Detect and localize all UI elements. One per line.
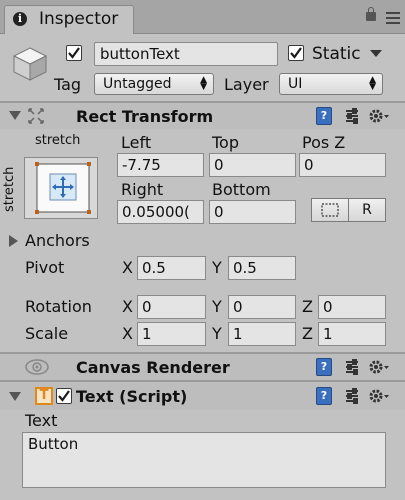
preset-sliders-icon[interactable] — [344, 358, 360, 376]
help-icon[interactable]: ? — [316, 387, 332, 405]
posz-field[interactable]: 0 — [299, 153, 386, 177]
info-icon: i — [13, 12, 27, 26]
blueprint-mode-button[interactable] — [311, 198, 349, 222]
anchor-preset-button[interactable] — [24, 157, 98, 219]
gameobject-cube-icon — [10, 44, 50, 84]
foldout-arrow-icon[interactable] — [9, 111, 21, 120]
pivot-x-field[interactable]: 0.5 — [137, 256, 206, 280]
help-icon[interactable]: ? — [316, 107, 332, 125]
text-input-area[interactable]: Button — [22, 432, 386, 488]
rotation-y-label: Y — [212, 297, 222, 316]
tab-title: Inspector — [39, 9, 119, 29]
pivot-label: Pivot — [25, 258, 65, 277]
lock-icon[interactable] — [366, 7, 376, 21]
anchors-foldout-arrow-icon[interactable] — [9, 235, 18, 247]
layer-value: UI — [288, 76, 303, 92]
static-dropdown-icon[interactable] — [370, 50, 382, 57]
static-label: Static — [312, 44, 361, 64]
rotation-label: Rotation — [25, 297, 92, 316]
scale-y-label: Y — [212, 324, 222, 343]
anchors-label[interactable]: Anchors — [25, 231, 90, 250]
scale-label: Scale — [25, 324, 69, 343]
rotation-x-label: X — [122, 297, 133, 316]
tag-dropdown[interactable]: Untagged ▲ ▼ — [94, 73, 214, 95]
left-field[interactable]: -7.75 — [117, 153, 204, 177]
canvas-renderer-title: Canvas Renderer — [76, 358, 230, 377]
scale-x-label: X — [122, 324, 133, 343]
bottom-label: Bottom — [212, 180, 271, 199]
gear-icon[interactable] — [368, 107, 390, 125]
pivot-x-label: X — [122, 258, 133, 277]
top-label: Top — [212, 133, 239, 152]
tag-label: Tag — [54, 75, 82, 94]
tab-inspector[interactable]: i Inspector — [4, 5, 134, 34]
layer-dropdown[interactable]: UI ▲ ▼ — [279, 73, 383, 95]
right-label: Right — [121, 180, 164, 199]
top-field[interactable]: 0 — [209, 153, 296, 177]
preset-side-label: stretch — [2, 166, 17, 212]
rotation-x-field[interactable]: 0 — [137, 295, 206, 319]
left-label: Left — [121, 133, 152, 152]
text-script-title: Text (Script) — [76, 387, 188, 406]
text-component-icon: T — [35, 387, 53, 405]
rotation-z-label: Z — [302, 297, 313, 316]
text-enabled-checkbox[interactable] — [56, 388, 72, 404]
scale-x-field[interactable]: 1 — [137, 322, 206, 346]
gear-icon[interactable] — [368, 387, 390, 405]
static-checkbox[interactable] — [288, 45, 304, 61]
help-icon[interactable]: ? — [316, 358, 332, 376]
foldout-arrow-icon[interactable] — [9, 392, 21, 401]
scale-z-field[interactable]: 1 — [318, 322, 386, 346]
gear-icon[interactable] — [368, 358, 390, 376]
scale-y-field[interactable]: 1 — [228, 322, 296, 346]
eye-icon — [24, 358, 50, 376]
updown-arrows-icon: ▲ ▼ — [369, 75, 376, 92]
preset-sliders-icon[interactable] — [344, 107, 360, 125]
rect-transform-title: Rect Transform — [76, 107, 214, 126]
raw-edit-button[interactable]: R — [348, 198, 386, 222]
menu-icon[interactable] — [386, 12, 400, 26]
active-checkbox[interactable] — [66, 45, 82, 61]
tag-value: Untagged — [103, 76, 172, 92]
rotation-z-field[interactable]: 0 — [318, 295, 386, 319]
pivot-y-label: Y — [212, 258, 222, 277]
preset-top-label: stretch — [35, 133, 81, 148]
pivot-y-field[interactable]: 0.5 — [228, 256, 296, 280]
right-field[interactable]: 0.05000( — [117, 200, 204, 224]
object-name-input[interactable]: buttonText — [94, 42, 278, 66]
text-label: Text — [25, 411, 58, 430]
rotation-y-field[interactable]: 0 — [228, 295, 296, 319]
posz-label: Pos Z — [302, 133, 346, 152]
bottom-field[interactable]: 0 — [209, 200, 296, 224]
updown-arrows-icon: ▲ ▼ — [200, 75, 207, 92]
preset-sliders-icon[interactable] — [344, 387, 360, 405]
layer-label: Layer — [224, 75, 269, 94]
scale-z-label: Z — [302, 324, 313, 343]
rect-transform-icon — [26, 106, 46, 126]
